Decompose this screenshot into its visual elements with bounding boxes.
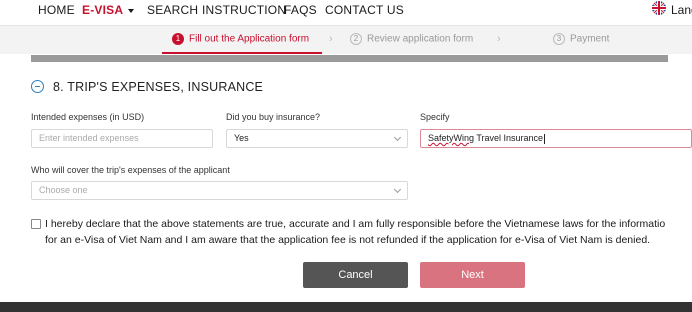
chevron-right-icon: ›	[329, 33, 333, 45]
nav-evisa-menu[interactable]: E-VISA	[82, 3, 135, 17]
nav-faqs-link[interactable]: FAQS	[284, 3, 317, 17]
chevron-right-icon: ›	[497, 33, 501, 45]
section-divider-bar	[31, 55, 668, 62]
expenses-label: Intended expenses (in USD)	[31, 112, 145, 122]
section-title: 8. TRIP'S EXPENSES, INSURANCE	[53, 80, 264, 94]
step-label: Review application form	[367, 33, 474, 45]
expenses-placeholder: Enter intended expenses	[39, 133, 139, 143]
page-footer	[0, 302, 692, 312]
text-cursor	[544, 133, 546, 144]
active-step-underline	[162, 52, 322, 54]
specify-label: Specify	[420, 112, 450, 122]
nav-instruction-link[interactable]: INSTRUCTION	[202, 3, 286, 17]
declaration-line-1: I hereby declare that the above statemen…	[45, 218, 666, 230]
specify-value-word: SafetyWing	[428, 133, 475, 143]
next-button[interactable]: Next	[420, 262, 525, 288]
top-navigation: HOME E-VISA SEARCH INSTRUCTION FAQS CONT…	[0, 0, 692, 26]
declaration-text: I hereby declare that the above statemen…	[45, 216, 665, 248]
step-fill-form: 1 Fill out the Application form	[172, 33, 309, 45]
uk-flag-icon[interactable]	[652, 1, 666, 15]
step-label: Payment	[570, 33, 610, 45]
specify-insurance-input[interactable]: SafetyWing Travel Insurance	[420, 129, 692, 148]
collapse-minus-icon[interactable]	[31, 80, 44, 93]
step-number: 2	[350, 33, 362, 45]
declaration-line-2: for an e-Visa of Viet Nam and I am aware…	[45, 234, 651, 246]
chevron-down-icon	[393, 133, 402, 142]
step-number: 1	[172, 33, 184, 45]
specify-value-rest: Travel Insurance	[474, 133, 544, 143]
intended-expenses-input[interactable]: Enter intended expenses	[31, 129, 213, 148]
insurance-select[interactable]: Yes	[226, 129, 408, 148]
application-stepper: 1 Fill out the Application form 2 Review a…	[0, 26, 692, 54]
insurance-label: Did you buy insurance?	[226, 112, 321, 122]
cancel-button[interactable]: Cancel	[303, 262, 408, 288]
nav-search-link[interactable]: SEARCH	[147, 3, 198, 17]
cover-label: Who will cover the trip's expenses of th…	[31, 165, 230, 175]
cover-placeholder: Choose one	[39, 185, 88, 195]
language-selector[interactable]: Lang	[671, 3, 692, 17]
chevron-down-icon	[128, 8, 135, 13]
step-number: 3	[553, 33, 565, 45]
insurance-value: Yes	[234, 133, 249, 143]
step-payment: 3 Payment	[553, 33, 609, 45]
nav-evisa-label: E-VISA	[82, 3, 124, 17]
nav-home-link[interactable]: HOME	[38, 3, 75, 17]
expense-cover-select[interactable]: Choose one	[31, 181, 408, 200]
step-review: 2 Review application form	[350, 33, 473, 45]
chevron-down-icon	[393, 185, 402, 194]
declaration-checkbox[interactable]	[31, 219, 41, 229]
step-label: Fill out the Application form	[189, 33, 310, 45]
nav-contact-link[interactable]: CONTACT US	[325, 3, 404, 17]
